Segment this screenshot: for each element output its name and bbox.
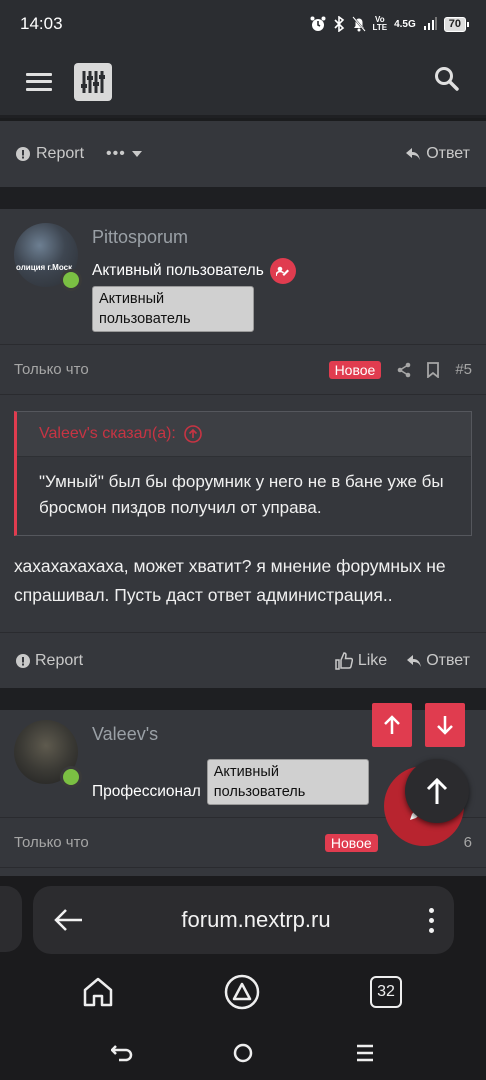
scroll-top-button[interactable] [405, 759, 469, 823]
app-header [0, 48, 486, 118]
volte-indicator: Vo LTE [372, 15, 388, 32]
post-header: олиция г.Моск Pittosporum Активный польз… [0, 209, 486, 345]
new-badge: Новое [324, 833, 378, 852]
tabs-counter-button[interactable]: 32 [370, 976, 402, 1008]
post-number[interactable]: #5 [455, 361, 472, 378]
signal-icon [423, 17, 437, 30]
chevron-down-icon [131, 151, 142, 157]
like-button[interactable]: Like [335, 652, 387, 670]
pen-badge-icon[interactable] [269, 258, 296, 284]
avatar[interactable]: олиция г.Моск [14, 223, 82, 291]
report-button[interactable]: Report [16, 652, 83, 670]
user-title-tooltip: Активный пользователь [92, 286, 254, 332]
home-icon[interactable] [80, 974, 116, 1010]
more-menu-button[interactable]: ••• [106, 145, 142, 163]
tabs-count: 32 [377, 983, 395, 1000]
share-icon[interactable] [397, 362, 411, 378]
alarm-icon [310, 16, 326, 31]
online-status-icon [60, 269, 82, 291]
post-time[interactable]: Только что [14, 834, 89, 851]
url-text[interactable]: forum.nextrp.ru [83, 907, 429, 933]
system-home-icon[interactable] [232, 1042, 254, 1064]
alert-icon [16, 147, 30, 161]
reply-button[interactable]: Ответ [406, 145, 470, 163]
post-number[interactable]: 6 [464, 834, 472, 851]
quote-author: Valeev's сказал(а): [39, 425, 176, 442]
new-badge: Новое [328, 360, 382, 379]
post-meta: Только что Новое #5 [0, 345, 486, 395]
back-arrow-icon[interactable] [53, 908, 83, 932]
assistant-icon[interactable] [223, 973, 261, 1011]
previous-tab-peek[interactable] [0, 886, 22, 952]
quote-block: Valeev's сказал(а): "Умный" был бы форум… [14, 411, 472, 536]
search-icon[interactable] [434, 66, 460, 97]
bluetooth-icon [333, 16, 344, 32]
post-message: хахахахахаха, может хватит? я мнение фор… [14, 556, 446, 605]
reply-icon [406, 148, 421, 160]
avatar[interactable] [14, 720, 82, 788]
status-time: 14:03 [20, 14, 63, 33]
post-time[interactable]: Только что [14, 361, 89, 378]
arrow-up-icon [426, 777, 448, 804]
battery-indicator: 70 [443, 16, 470, 32]
username[interactable]: Valeev's [92, 724, 369, 745]
reply-button[interactable]: Ответ [407, 652, 470, 670]
scroll-prev-button[interactable] [372, 703, 412, 747]
quote-text: "Умный" был бы форумник у него не в бане… [17, 457, 471, 535]
user-title: Профессионал Активный пользователь [92, 759, 369, 805]
system-back-icon[interactable] [110, 1042, 134, 1066]
post-5: олиция г.Моск Pittosporum Активный польз… [0, 209, 486, 688]
alert-icon [16, 653, 30, 668]
post-actions: Report Like Ответ [0, 632, 486, 688]
bookmark-icon[interactable] [427, 361, 440, 378]
username[interactable]: Pittosporum [92, 227, 296, 248]
online-status-icon [60, 766, 82, 788]
more-vert-icon[interactable] [429, 907, 434, 933]
arrow-up-icon [384, 715, 400, 734]
equalizer-icon[interactable] [74, 62, 112, 101]
quote-header[interactable]: Valeev's сказал(а): [17, 412, 471, 457]
report-button[interactable]: Report [16, 145, 84, 163]
address-bar[interactable]: forum.nextrp.ru [33, 886, 454, 954]
status-bar: 14:03 Vo LTE 4.5G 70 [0, 0, 486, 48]
thumbs-up-icon [335, 651, 353, 670]
mute-bell-icon [351, 16, 366, 32]
status-icons: Vo LTE 4.5G 70 [310, 15, 470, 32]
user-title: Активный пользователь [92, 258, 296, 284]
system-recents-icon[interactable] [354, 1042, 376, 1064]
browser-toolbar: forum.nextrp.ru [0, 876, 486, 966]
browser-bottom-nav: 32 [0, 966, 486, 1080]
previous-post-actions: Report ••• Ответ [0, 121, 486, 187]
network-type: 4.5G [394, 18, 416, 30]
hamburger-icon[interactable] [26, 72, 52, 91]
scroll-next-button[interactable] [425, 703, 465, 747]
reply-icon [407, 654, 422, 667]
arrow-up-circle-icon[interactable] [184, 425, 202, 443]
thread-content: Report ••• Ответ олиция г.Моск Pittospor… [0, 121, 486, 876]
arrow-down-icon [437, 716, 453, 735]
user-title-tooltip: Активный пользователь [206, 759, 369, 805]
